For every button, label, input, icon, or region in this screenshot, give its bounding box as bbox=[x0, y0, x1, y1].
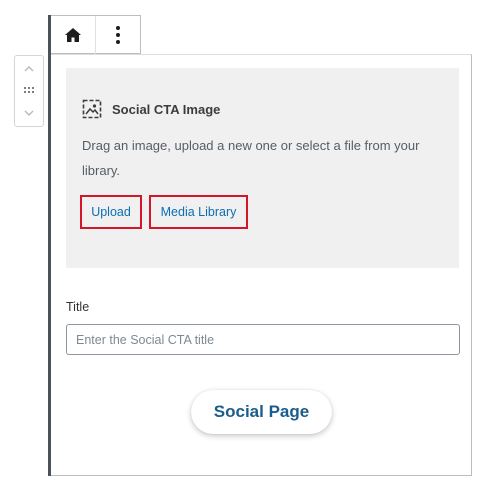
home-button[interactable] bbox=[51, 16, 95, 54]
placeholder-instructions: Drag an image, upload a new one or selec… bbox=[82, 138, 420, 178]
chevron-down-icon bbox=[24, 110, 34, 116]
placeholder-header: Social CTA Image bbox=[82, 99, 220, 119]
more-vertical-icon bbox=[116, 26, 120, 44]
block-toolbar bbox=[51, 15, 141, 54]
more-options-button[interactable] bbox=[96, 16, 140, 54]
block-mover bbox=[14, 55, 44, 127]
move-down-button[interactable] bbox=[15, 104, 43, 122]
image-placeholder: Social CTA Image Drag an image, upload a… bbox=[66, 68, 459, 268]
drag-handle[interactable] bbox=[15, 82, 43, 100]
chevron-up-icon bbox=[24, 66, 34, 72]
media-library-button[interactable]: Media Library bbox=[149, 195, 248, 229]
image-placeholder-icon bbox=[82, 99, 102, 119]
social-page-button[interactable]: Social Page bbox=[191, 390, 332, 434]
drag-handle-icon bbox=[24, 87, 34, 93]
upload-button[interactable]: Upload bbox=[80, 195, 142, 229]
home-icon bbox=[65, 28, 81, 42]
move-up-button[interactable] bbox=[15, 60, 43, 78]
placeholder-title: Social CTA Image bbox=[112, 101, 221, 117]
title-label: Title bbox=[66, 300, 90, 314]
title-input[interactable] bbox=[66, 324, 460, 355]
